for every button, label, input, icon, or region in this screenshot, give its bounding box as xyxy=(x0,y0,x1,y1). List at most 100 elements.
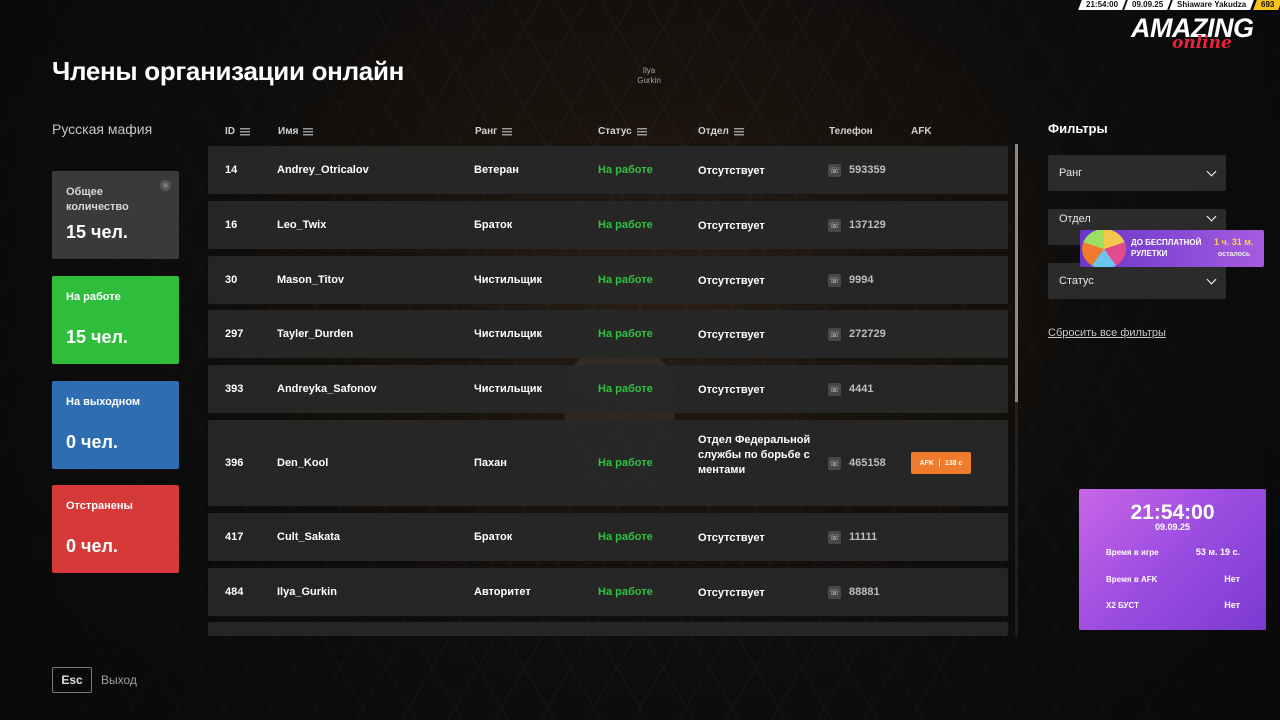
cell-name: Andrey_Otricalov xyxy=(277,163,369,176)
cell-status: На работе xyxy=(598,456,653,469)
online-indicator-icon xyxy=(160,180,171,191)
reset-filters-link[interactable]: Сбросить все фильтры xyxy=(1048,327,1166,339)
player-nametag: Ilya Gurkin xyxy=(627,66,671,86)
cell-phone[interactable]: ☏ 272729 xyxy=(828,327,886,341)
cell-rank: Браток xyxy=(474,530,513,543)
header-name[interactable]: Имя xyxy=(278,126,314,137)
phone-icon: ☏ xyxy=(828,585,841,599)
filter-rank-select[interactable]: Ранг xyxy=(1048,155,1226,191)
cell-phone[interactable]: ☏ 88881 xyxy=(828,585,880,599)
cell-phone[interactable]: ☏ 4441 xyxy=(828,382,873,396)
sort-icon xyxy=(636,127,647,136)
cell-rank: Браток xyxy=(474,218,513,231)
sort-icon xyxy=(502,127,513,136)
table-row[interactable]: 417 Cult_Sakata Браток На работе Отсутствует… xyxy=(208,513,1008,561)
cell-status: На работе xyxy=(598,163,653,176)
cell-name: Tayler_Durden xyxy=(277,327,354,340)
phone-icon: ☏ xyxy=(828,382,841,396)
cell-status: На работе xyxy=(598,382,653,395)
esc-key-button[interactable]: Esc xyxy=(52,667,92,693)
sort-icon xyxy=(733,127,744,136)
table-row[interactable]: 30 Mason_Titov Чистильщик На работе Отсутств… xyxy=(208,256,1008,304)
hud-server: Shiaware Yakudza xyxy=(1169,0,1255,10)
scrollbar-thumb[interactable] xyxy=(1015,144,1018,402)
amazing-online-logo: AMAZING online xyxy=(1131,14,1271,54)
boost-value: Нет xyxy=(1224,600,1240,610)
roulette-promo-banner[interactable]: ДО БЕСПЛАТНОЙ РУЛЕТКИ 1 ч. 31 м. осталос… xyxy=(1080,230,1264,267)
cell-id: 16 xyxy=(225,218,238,231)
cell-status: На работе xyxy=(598,273,653,286)
stat-dayoff-card[interactable]: На выходном 0 чел. xyxy=(52,381,179,469)
header-dept[interactable]: Отдел xyxy=(698,126,744,137)
stat-working-card[interactable]: На работе 15 чел. xyxy=(52,276,179,364)
phone-icon: ☏ xyxy=(828,273,841,287)
cell-rank: Авторитет xyxy=(474,585,531,598)
stat-suspended-label: Отстранены xyxy=(66,500,133,512)
phone-number: 11111 xyxy=(849,531,878,543)
cell-phone[interactable]: ☏ 465158 xyxy=(828,456,886,470)
chevron-down-icon xyxy=(1206,274,1217,284)
stat-working-label: На работе xyxy=(66,291,121,303)
exit-label[interactable]: Выход xyxy=(101,673,137,687)
cell-name: Andreyka_Safonov xyxy=(277,382,377,395)
promo-left: осталось xyxy=(1218,251,1251,258)
cell-id: 484 xyxy=(225,585,244,598)
cell-id: 417 xyxy=(225,530,244,543)
ingame-label: Время в игре xyxy=(1106,548,1159,557)
cell-phone[interactable]: ☏ 137129 xyxy=(828,218,886,232)
sort-icon xyxy=(240,127,250,136)
cell-id: 396 xyxy=(225,456,244,469)
header-rank[interactable]: Ранг xyxy=(475,126,513,137)
hud-coins: 693 xyxy=(1252,0,1280,10)
page-title: Члены организации онлайн xyxy=(52,56,405,86)
cell-id: 14 xyxy=(225,163,238,176)
logo-sub: online xyxy=(1172,33,1232,53)
cell-rank: Чистильщик xyxy=(474,327,543,340)
table-row[interactable]: 16 Leo_Twix Браток На работе Отсутствует ☏ 137… xyxy=(208,201,1008,249)
phone-icon: ☏ xyxy=(828,456,841,470)
top-hud-bar: 21:54:00 09.09.25 Shiaware Yakudza 693 xyxy=(1078,0,1280,10)
stat-suspended-card[interactable]: Отстранены 0 чел. xyxy=(52,485,179,573)
header-afk: AFK xyxy=(911,126,932,137)
cell-name: Ilya_Gurkin xyxy=(277,585,337,598)
table-row[interactable]: 396 Den_Kool Пахан На работе Отдел Федеральн… xyxy=(208,420,1008,506)
table-row[interactable]: 297 Tayler_Durden Чистильщик На работе Отсут… xyxy=(208,310,1008,358)
table-row[interactable]: 484 Ilya_Gurkin Авторитет На работе Отсутств… xyxy=(208,568,1008,616)
promo-time: 1 ч. 31 м. xyxy=(1214,237,1254,247)
stat-total-label: Общее количество xyxy=(66,186,129,213)
phone-icon: ☏ xyxy=(828,218,841,232)
cell-rank: Чистильщик xyxy=(474,273,543,286)
phone-icon: ☏ xyxy=(828,327,841,341)
nametag-last: Gurkin xyxy=(637,76,661,85)
cell-status: На работе xyxy=(598,585,653,598)
boost-label: Х2 БУСТ xyxy=(1106,601,1139,610)
table-row[interactable]: 14 Andrey_Otricalov Ветеран На работе Отсутс… xyxy=(208,146,1008,194)
phone-icon: ☏ xyxy=(828,530,841,544)
phone-number: 137129 xyxy=(849,219,886,231)
organization-name: Русская мафия xyxy=(52,121,153,137)
header-id[interactable]: ID xyxy=(225,126,250,137)
table-scrollbar[interactable] xyxy=(1015,144,1018,636)
cell-phone[interactable]: ☏ 9994 xyxy=(828,273,873,287)
cell-rank: Чистильщик xyxy=(474,382,543,395)
cell-status: На работе xyxy=(598,218,653,231)
filter-status-select[interactable]: Статус xyxy=(1048,263,1226,299)
cell-rank: Ветеран xyxy=(474,163,519,176)
table-row[interactable]: 393 Andreyka_Safonov Чистильщик На работе От… xyxy=(208,365,1008,413)
stat-dayoff-label: На выходном xyxy=(66,396,141,408)
session-clock-panel: 21:54:00 09.09.25 Время в игре 53 м. 19 … xyxy=(1079,489,1266,630)
cell-dept: Отсутствует xyxy=(698,531,765,544)
header-phone: Телефон xyxy=(829,126,873,137)
hud-time: 21:54:00 xyxy=(1078,0,1127,10)
cell-phone[interactable]: ☏ 11111 xyxy=(828,530,878,544)
stat-total-card: Общее количество 15 чел. xyxy=(52,171,179,259)
cell-name: Mason_Titov xyxy=(277,273,345,286)
cell-name: Cult_Sakata xyxy=(277,530,340,543)
header-status[interactable]: Статус xyxy=(598,126,647,137)
table-row-partial xyxy=(208,622,1008,636)
cell-dept: Отсутствует xyxy=(698,164,765,177)
stat-suspended-value: 0 чел. xyxy=(66,536,118,556)
cell-phone[interactable]: ☏ 593359 xyxy=(828,163,886,177)
afk-separator xyxy=(938,459,940,467)
clock-date: 09.09.25 xyxy=(1154,522,1191,532)
